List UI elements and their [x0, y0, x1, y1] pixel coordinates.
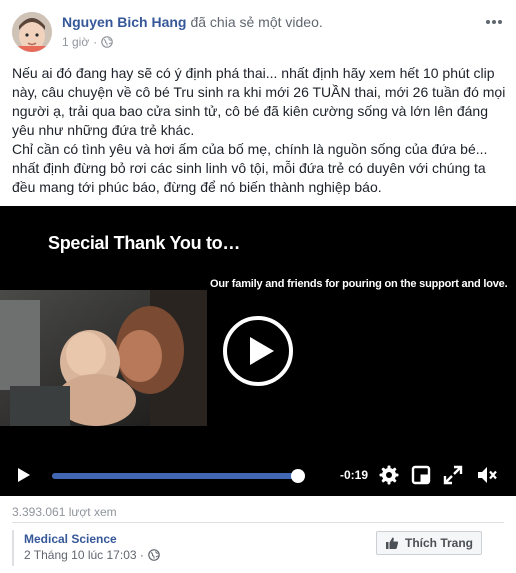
play-icon	[18, 468, 30, 482]
post-paragraph-1: Nếu ai đó đang hay sẽ có ý định phá thai…	[12, 65, 506, 138]
post-header: Nguyen Bich Hang đã chia sẻ một video. 1 …	[0, 0, 516, 58]
globe-icon[interactable]	[101, 36, 114, 48]
post-paragraph-2: Chỉ cần có tình yêu và hơi ấm của bố mẹ,…	[12, 141, 488, 195]
author-name[interactable]: Nguyen Bich Hang	[62, 14, 186, 30]
expand-icon	[443, 465, 463, 485]
post-timestamp[interactable]: 1 giờ	[62, 35, 89, 49]
author-avatar[interactable]	[12, 12, 52, 52]
video-controls: -0:19	[0, 456, 516, 496]
view-count: 3.393.061 lượt xem	[12, 505, 117, 519]
progress-bar-fill	[52, 473, 298, 479]
dot-separator: ·	[93, 35, 98, 49]
gear-icon	[379, 465, 399, 485]
shared-action-text: đã chia sẻ một video.	[190, 14, 323, 30]
mute-button[interactable]	[474, 462, 500, 488]
video-player[interactable]: Special Thank You to… Our family and fri…	[0, 206, 516, 496]
page-name-link[interactable]: Medical Science	[24, 532, 117, 546]
post-meta: 1 giờ ·	[62, 35, 114, 49]
time-remaining: -0:19	[340, 468, 369, 482]
post-text: Nếu ai đó đang hay sẽ có ý định phá thai…	[12, 64, 506, 197]
play-circle-icon	[223, 316, 293, 386]
fullscreen-button[interactable]	[440, 462, 466, 488]
settings-button[interactable]	[376, 462, 402, 488]
speaker-muted-icon	[478, 467, 497, 483]
page-post-meta: 2 Tháng 10 lúc 17:03 ·	[24, 548, 160, 562]
like-page-button[interactable]: Thích Trang	[375, 531, 482, 555]
shared-page-attribution: Medical Science 2 Tháng 10 lúc 17:03 · T…	[12, 530, 504, 566]
picture-in-picture-button[interactable]	[408, 462, 434, 488]
picture-in-picture-icon	[411, 465, 431, 485]
more-options-button[interactable]	[484, 12, 504, 32]
thumbs-up-icon	[385, 537, 399, 549]
video-title-text: Special Thank You to…	[48, 233, 241, 253]
video-caption-text: Our family and friends for pouring on th…	[210, 278, 508, 290]
like-page-label: Thích Trang	[404, 536, 473, 550]
globe-icon[interactable]	[148, 549, 160, 561]
progress-bar[interactable]	[52, 469, 305, 483]
progress-scrubber-handle[interactable]	[290, 469, 305, 483]
page-post-date[interactable]: 2 Tháng 10 lúc 17:03 ·	[24, 548, 144, 562]
more-dots-icon	[486, 20, 502, 24]
play-button[interactable]	[10, 462, 36, 488]
video-frame-photo	[0, 290, 207, 426]
play-overlay-button[interactable]	[222, 315, 294, 387]
author-line: Nguyen Bich Hang đã chia sẻ một video.	[62, 14, 323, 30]
divider	[12, 522, 504, 523]
